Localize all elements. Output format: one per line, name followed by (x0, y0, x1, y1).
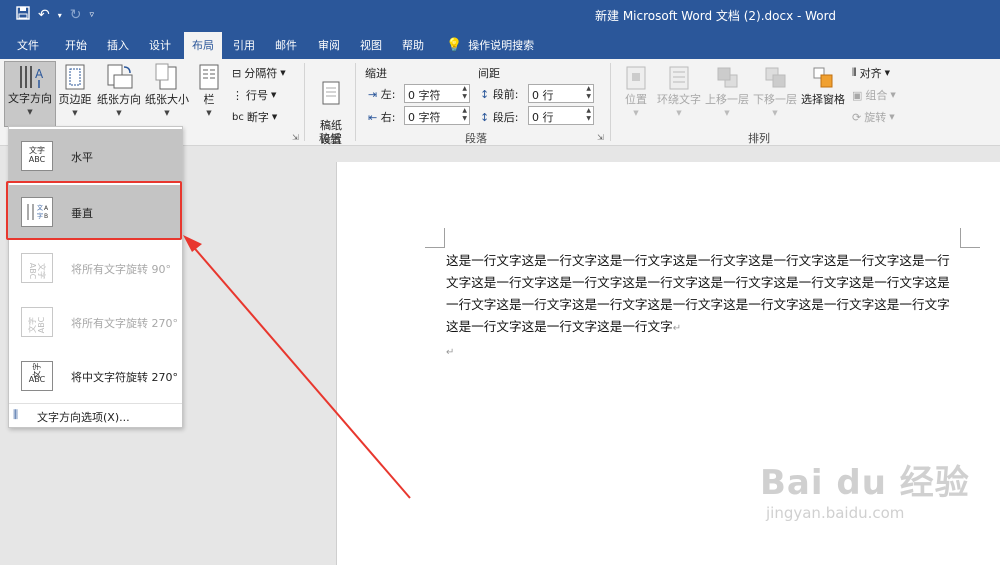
annotation-arrow (183, 235, 411, 499)
